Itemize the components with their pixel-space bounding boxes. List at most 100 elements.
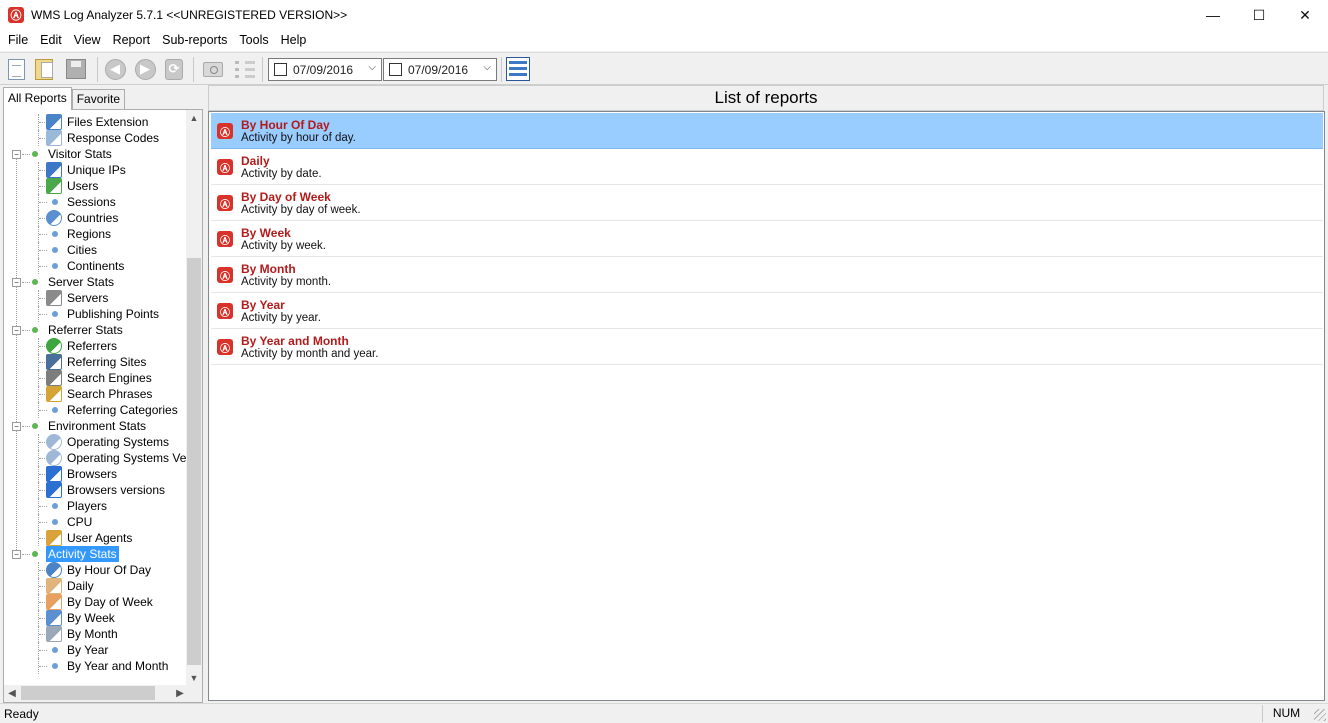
tree-item[interactable]: Users bbox=[4, 178, 188, 194]
tree-item[interactable]: Files Extension bbox=[4, 114, 188, 130]
tree-item[interactable]: Sessions bbox=[4, 194, 188, 210]
tree-item[interactable]: Countries bbox=[4, 210, 188, 226]
bullet-dot-icon bbox=[52, 503, 58, 509]
tree-item[interactable]: CPU bbox=[4, 514, 188, 530]
scroll-down-arrow-icon[interactable]: ▼ bbox=[186, 670, 202, 686]
report-description: Activity by month. bbox=[241, 276, 332, 288]
chevron-down-icon[interactable]: ⌵ bbox=[483, 62, 491, 73]
report-description: Activity by day of week. bbox=[241, 204, 361, 216]
tree-item[interactable]: By Day of Week bbox=[4, 594, 188, 610]
list-view-button[interactable] bbox=[233, 57, 257, 81]
collapse-toggle-icon[interactable]: − bbox=[12, 550, 21, 559]
tree-item[interactable]: By Month bbox=[4, 626, 188, 642]
snapshot-button[interactable] bbox=[201, 57, 225, 81]
maximize-button[interactable]: ☐ bbox=[1236, 0, 1282, 30]
ie-browser-icon bbox=[46, 466, 62, 482]
tree-item[interactable]: Referring Sites bbox=[4, 354, 188, 370]
tree-item[interactable]: Operating Systems Versio bbox=[4, 450, 188, 466]
tree-item[interactable]: By Year and Month bbox=[4, 658, 188, 674]
tree-item-label: By Month bbox=[67, 627, 118, 641]
menu-view[interactable]: View bbox=[68, 30, 107, 51]
tree-category[interactable]: − Server Stats bbox=[4, 274, 188, 290]
report-logo-icon: Ⓐ bbox=[217, 339, 233, 355]
tree-item[interactable]: Browsers versions bbox=[4, 482, 188, 498]
tree-item[interactable]: Referrers bbox=[4, 338, 188, 354]
report-layout-button[interactable] bbox=[506, 57, 530, 81]
bullet-dot-icon bbox=[52, 407, 58, 413]
reports-panel: List of reports Ⓐ By Hour Of Day Activity … bbox=[208, 85, 1328, 703]
tab-all-reports[interactable]: All Reports bbox=[3, 87, 72, 110]
tree-item[interactable]: Servers bbox=[4, 290, 188, 306]
tree-item-label: By Week bbox=[67, 611, 115, 625]
close-button[interactable]: ✕ bbox=[1282, 0, 1328, 30]
tree-item[interactable]: Cities bbox=[4, 242, 188, 258]
user-green-icon bbox=[46, 178, 62, 194]
tree-item[interactable]: Referring Categories bbox=[4, 402, 188, 418]
tree-connector-line bbox=[22, 282, 30, 283]
tree-item[interactable]: Players bbox=[4, 498, 188, 514]
report-logo-icon: Ⓐ bbox=[217, 231, 233, 247]
collapse-toggle-icon[interactable]: − bbox=[12, 278, 21, 287]
tree-item[interactable]: Continents bbox=[4, 258, 188, 274]
collapse-toggle-icon[interactable]: − bbox=[12, 326, 21, 335]
chevron-down-icon[interactable]: ⌵ bbox=[368, 62, 376, 73]
report-row[interactable]: Ⓐ Daily Activity by date. bbox=[211, 149, 1323, 185]
tree-item[interactable]: Search Engines bbox=[4, 370, 188, 386]
resize-grip-icon[interactable] bbox=[1314, 709, 1326, 721]
report-row[interactable]: Ⓐ By Year and Month Activity by month and … bbox=[211, 329, 1323, 365]
tree-connector-line bbox=[39, 650, 47, 651]
tree-category[interactable]: − Activity Stats bbox=[4, 546, 188, 562]
tree-item[interactable]: Response Codes bbox=[4, 130, 188, 146]
tree-item[interactable]: By Hour Of Day bbox=[4, 562, 188, 578]
scroll-left-arrow-icon[interactable]: ◀ bbox=[4, 685, 20, 702]
report-row[interactable]: Ⓐ By Week Activity by week. bbox=[211, 221, 1323, 257]
scroll-thumb[interactable] bbox=[21, 686, 155, 700]
tree-item-label: Sessions bbox=[67, 195, 116, 209]
scroll-thumb[interactable] bbox=[187, 258, 201, 665]
tree-item[interactable]: Operating Systems bbox=[4, 434, 188, 450]
date-to-picker[interactable]: 07/09/2016 ⌵ bbox=[383, 58, 497, 81]
report-row[interactable]: Ⓐ By Month Activity by month. bbox=[211, 257, 1323, 293]
tree-item[interactable]: Regions bbox=[4, 226, 188, 242]
menu-sub-reports[interactable]: Sub-reports bbox=[156, 30, 233, 51]
tree-category[interactable]: − Visitor Stats bbox=[4, 146, 188, 162]
date-from-picker[interactable]: 07/09/2016 ⌵ bbox=[268, 58, 382, 81]
back-button[interactable]: ◀ bbox=[103, 57, 127, 81]
menu-help[interactable]: Help bbox=[275, 30, 313, 51]
save-button[interactable] bbox=[64, 57, 88, 81]
new-report-button[interactable] bbox=[4, 57, 28, 81]
menu-report[interactable]: Report bbox=[107, 30, 157, 51]
tree-vertical-scrollbar[interactable]: ▲ ▼ bbox=[186, 110, 202, 686]
tree-category[interactable]: − Environment Stats bbox=[4, 418, 188, 434]
tree-item[interactable]: User Agents bbox=[4, 530, 188, 546]
open-button[interactable] bbox=[32, 57, 56, 81]
tree-category[interactable]: − Referrer Stats bbox=[4, 322, 188, 338]
search-engine-icon bbox=[46, 370, 62, 386]
menu-edit[interactable]: Edit bbox=[34, 30, 68, 51]
report-row[interactable]: Ⓐ By Year Activity by year. bbox=[211, 293, 1323, 329]
report-row[interactable]: Ⓐ By Hour Of Day Activity by hour of day. bbox=[211, 113, 1323, 149]
report-grid-icon bbox=[506, 57, 530, 81]
tree-item[interactable]: Browsers bbox=[4, 466, 188, 482]
date-from-checkbox[interactable] bbox=[274, 63, 287, 76]
tree-item[interactable]: Unique IPs bbox=[4, 162, 188, 178]
minimize-button[interactable]: — bbox=[1190, 0, 1236, 30]
scroll-up-arrow-icon[interactable]: ▲ bbox=[186, 110, 202, 126]
collapse-toggle-icon[interactable]: − bbox=[12, 422, 21, 431]
tree-item[interactable]: Search Phrases bbox=[4, 386, 188, 402]
tab-favorite[interactable]: Favorite bbox=[71, 89, 126, 109]
forward-button[interactable]: ▶ bbox=[133, 57, 157, 81]
menu-file[interactable]: File bbox=[2, 30, 34, 51]
report-row[interactable]: Ⓐ By Day of Week Activity by day of week. bbox=[211, 185, 1323, 221]
tree-item[interactable]: Publishing Points bbox=[4, 306, 188, 322]
date-to-checkbox[interactable] bbox=[389, 63, 402, 76]
tree-horizontal-scrollbar[interactable]: ◀ ▶ bbox=[4, 685, 188, 702]
menu-tools[interactable]: Tools bbox=[233, 30, 274, 51]
tree-item[interactable]: By Week bbox=[4, 610, 188, 626]
collapse-toggle-icon[interactable]: − bbox=[12, 150, 21, 159]
tree-item[interactable]: Daily bbox=[4, 578, 188, 594]
refresh-button[interactable]: ⟳ bbox=[162, 57, 186, 81]
tree-connector-line bbox=[39, 314, 47, 315]
toolbar-separator bbox=[193, 57, 194, 82]
tree-item[interactable]: By Year bbox=[4, 642, 188, 658]
